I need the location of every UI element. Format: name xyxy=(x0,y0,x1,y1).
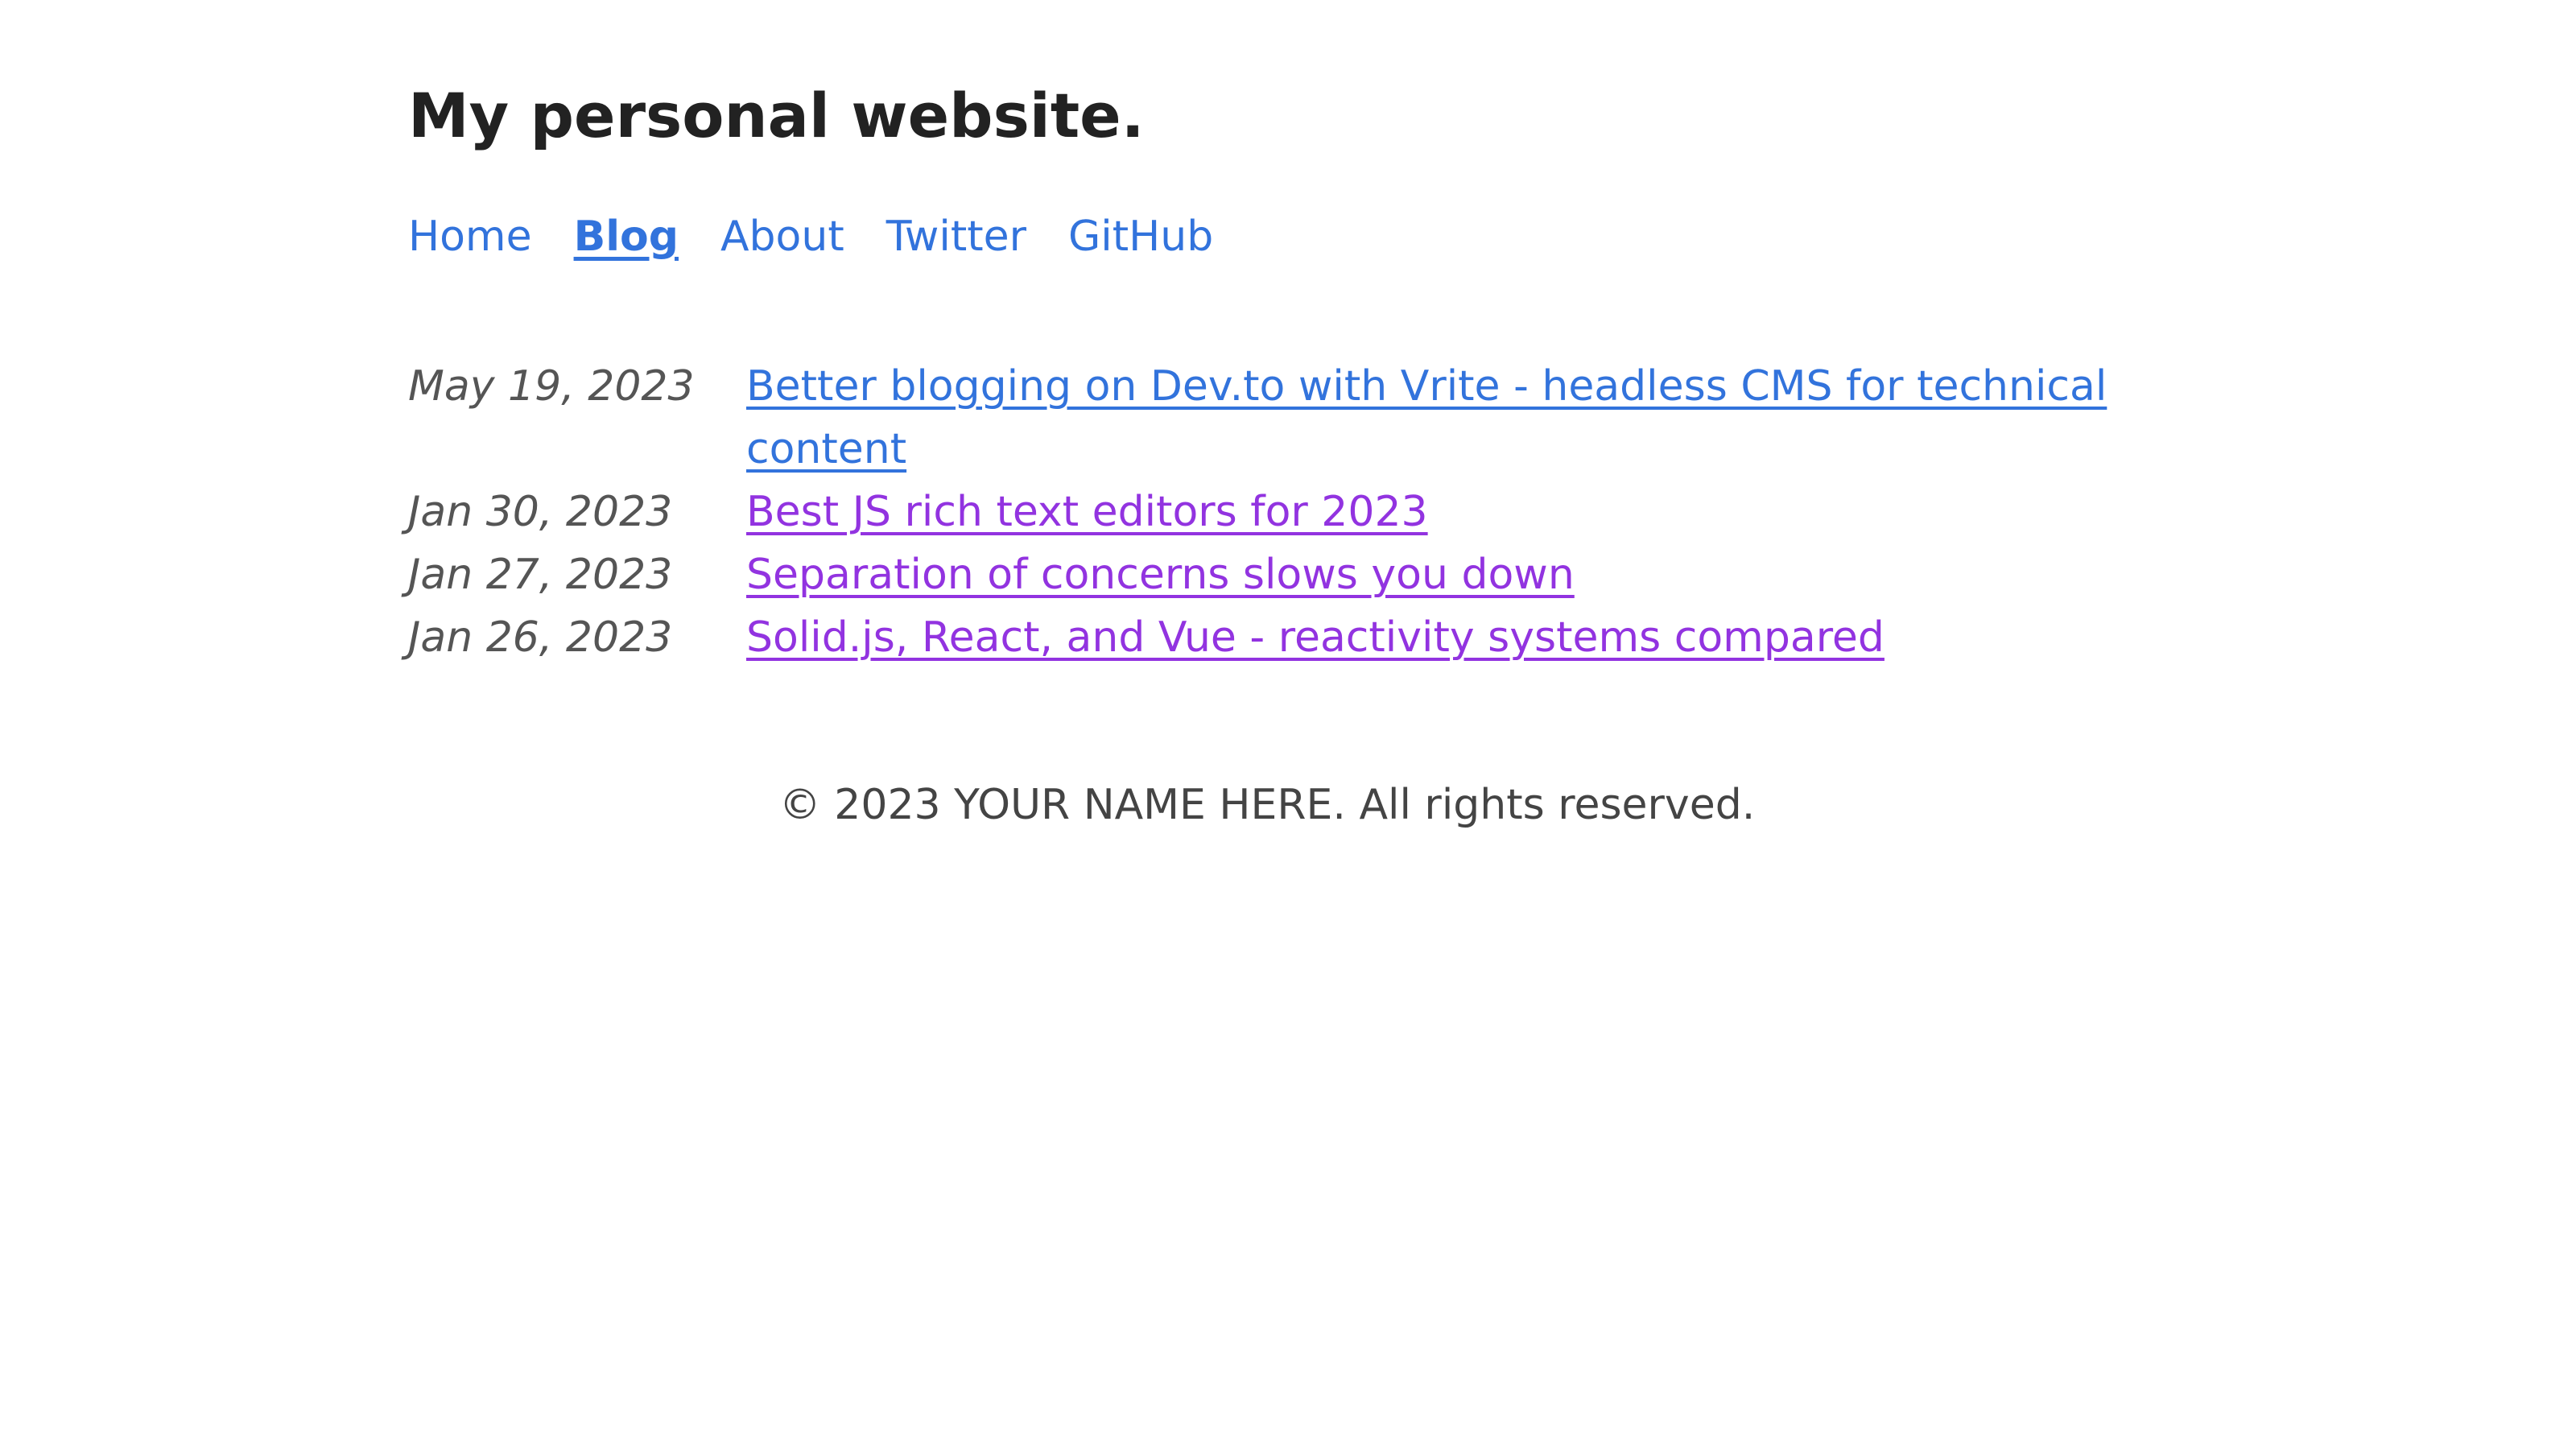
post-date: Jan 27, 2023 xyxy=(408,551,673,599)
post-list-item: May 19, 2023 Better blogging on Dev.to w… xyxy=(408,355,2126,481)
nav-item-blog[interactable]: Blog xyxy=(574,205,679,268)
post-link[interactable]: Better blogging on Dev.to with Vrite - h… xyxy=(746,355,2126,481)
nav-item-github[interactable]: GitHub xyxy=(1068,205,1213,268)
post-date: May 19, 2023 xyxy=(408,362,695,411)
post-link[interactable]: Solid.js, React, and Vue - reactivity sy… xyxy=(746,606,2126,669)
site-title: My personal website. xyxy=(408,80,1145,151)
post-link[interactable]: Separation of concerns slows you down xyxy=(746,543,2126,606)
post-list-item: Jan 27, 2023 Separation of concerns slow… xyxy=(408,543,2126,606)
main-nav: Home Blog About Twitter GitHub xyxy=(408,205,1213,268)
nav-item-home[interactable]: Home xyxy=(408,205,532,268)
post-date: Jan 30, 2023 xyxy=(408,488,673,536)
post-link[interactable]: Best JS rich text editors for 2023 xyxy=(746,481,2126,543)
post-list-item: Jan 30, 2023 Best JS rich text editors f… xyxy=(408,481,2126,543)
nav-item-about[interactable]: About xyxy=(720,205,844,268)
post-date: Jan 26, 2023 xyxy=(408,613,673,662)
nav-item-twitter[interactable]: Twitter xyxy=(886,205,1026,268)
post-list: May 19, 2023 Better blogging on Dev.to w… xyxy=(408,355,2126,669)
footer-copyright: © 2023 YOUR NAME HERE. All rights reserv… xyxy=(778,781,1756,829)
post-list-item: Jan 26, 2023 Solid.js, React, and Vue - … xyxy=(408,606,2126,669)
